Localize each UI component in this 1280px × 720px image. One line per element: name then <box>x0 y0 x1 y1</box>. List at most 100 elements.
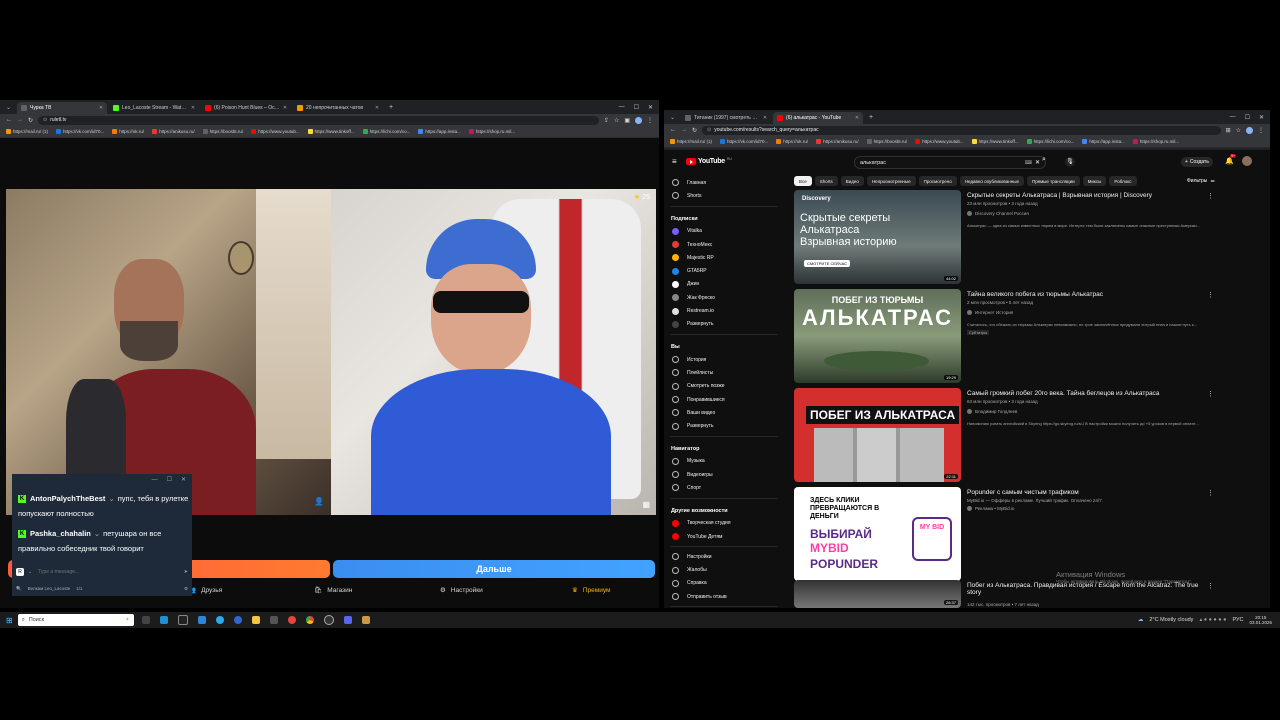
bookmark-item[interactable]: https://boosbt.ru/ <box>866 139 907 144</box>
minimize-icon[interactable]: — <box>152 477 158 483</box>
filter-chip[interactable]: Просмотрено <box>918 176 957 186</box>
minimize-icon[interactable]: — <box>619 104 625 111</box>
bookmark-item[interactable]: https://www.youtub... <box>915 139 964 144</box>
notifications-bell-icon[interactable]: 🔔 <box>1225 157 1234 165</box>
site-info-icon[interactable]: ⊙ <box>43 117 47 123</box>
sidebar-section-title[interactable]: Навигатор <box>664 440 784 455</box>
right-back-icon[interactable]: ← <box>670 127 676 133</box>
right-profile-avatar[interactable] <box>1246 126 1253 134</box>
voice-search-icon[interactable]: 🎙 <box>1065 157 1075 167</box>
filter-chip[interactable]: Непросмотренные <box>866 176 916 186</box>
left-tab[interactable]: 20 непрочитанных чатов ✕ <box>293 102 383 114</box>
taskbar-search-box[interactable]: ⌕ Поиск ✦ <box>17 614 134 626</box>
more-options-icon[interactable]: ⋮ <box>1207 489 1214 497</box>
store-icon[interactable] <box>197 616 206 624</box>
shop-menu[interactable]: 🛍 Магазин <box>314 586 352 595</box>
sidebar-section-title[interactable]: Подписки <box>664 210 784 225</box>
report-icon[interactable]: ▦ <box>642 500 650 509</box>
discord-icon[interactable] <box>343 616 352 624</box>
sidebar-item[interactable]: Настройки <box>664 550 784 563</box>
close-icon[interactable]: ✕ <box>648 104 653 111</box>
bookmark-item[interactable]: https://shop.ru.mil... <box>468 129 515 134</box>
chat-username[interactable]: AntonPalychTheBest <box>30 494 105 503</box>
ad-result[interactable]: ЗДЕСЬ КЛИКИ ПРЕВРАЩАЮТСЯ В ДЕНЬГИ ВЫБИРАЙ… <box>794 487 1214 581</box>
video-result[interactable]: Discovery Скрытые секреты Алькатраса Взры… <box>794 190 1214 284</box>
obs-icon[interactable] <box>323 615 334 625</box>
sidebar-item[interactable]: Жак Фреско <box>664 291 784 304</box>
vpn-icon[interactable] <box>233 616 242 624</box>
keyboard-icon[interactable]: ⌨ <box>1025 160 1032 166</box>
video-thumbnail[interactable]: ЗДЕСЬ КЛИКИ ПРЕВРАЩАЮТСЯ В ДЕНЬГИ ВЫБИРАЙ… <box>794 487 961 581</box>
bookmark-item[interactable]: https://boosbt.ru/ <box>202 129 243 134</box>
sidebar-item[interactable]: GTA5RP <box>664 264 784 277</box>
minimize-icon[interactable]: — <box>1230 114 1236 121</box>
share-icon[interactable]: ⇪ <box>604 117 609 124</box>
yt-avatar[interactable] <box>1242 156 1252 166</box>
task-view-icon[interactable] <box>141 616 150 624</box>
video-channel[interactable]: Интернет История <box>967 310 1013 315</box>
sidebar-item[interactable]: Джин <box>664 278 784 291</box>
search-icon[interactable]: 🔍 <box>16 586 22 592</box>
bookmark-item[interactable]: https://ok.ru/ <box>112 129 144 134</box>
maximize-icon[interactable]: ☐ <box>634 104 639 111</box>
camera-settings-icon[interactable]: 👤 <box>314 497 324 506</box>
chat-input[interactable] <box>36 566 180 577</box>
bookmark-item[interactable]: https://shop.ru.mil... <box>1132 139 1179 144</box>
tab-close-icon[interactable]: ✕ <box>855 115 859 121</box>
extensions-icon[interactable]: ▣ <box>624 117 630 124</box>
bookmark-item[interactable]: https://vk.com/id70... <box>720 139 768 144</box>
terminal-icon[interactable] <box>177 615 188 625</box>
friends-menu[interactable]: 👥 Друзья <box>188 586 222 595</box>
right-tab[interactable]: (6) алькатрас - YouTube ✕ <box>773 112 864 124</box>
sidebar-item[interactable]: Спорт <box>664 481 784 494</box>
sidebar-item[interactable]: Смотреть позже <box>664 380 784 393</box>
right-menu-icon[interactable]: ⋮ <box>1258 127 1264 134</box>
sidebar-item[interactable]: История <box>664 353 784 366</box>
app-icon-3[interactable] <box>361 616 370 624</box>
sidebar-item[interactable]: Shorts <box>664 189 784 202</box>
video-result[interactable]: ПОБЕГ ИЗ АЛЬКАТРАСА 22:11 Самый громкий по… <box>794 388 1214 482</box>
chrome-icon[interactable] <box>305 616 314 624</box>
maximize-icon[interactable]: ☐ <box>1245 114 1250 121</box>
right-tab[interactable]: Титаник (1997) смотреть онл... ✕ <box>681 112 771 124</box>
right-tab-search-icon[interactable]: ⌄ <box>670 114 675 121</box>
new-tab-icon[interactable]: + <box>389 104 393 111</box>
chat-dropdown-icon[interactable]: ⌄ <box>28 569 32 575</box>
sidebar-item[interactable]: Плейлисты <box>664 366 784 379</box>
bookmark-item[interactable]: https://www.youtub... <box>251 129 300 134</box>
yt-search-box[interactable]: алькатрас ⌨ ✕ <box>854 156 1046 169</box>
filter-chip[interactable]: Прямые трансляции <box>1026 176 1080 186</box>
tab-search-icon[interactable]: ⌄ <box>6 104 11 111</box>
create-button[interactable]: + Создать <box>1181 157 1213 167</box>
filter-chip[interactable]: Миксы <box>1082 176 1107 186</box>
yt-search-button-icon[interactable]: ⌕ <box>1042 156 1046 164</box>
close-icon[interactable]: ✕ <box>181 476 186 483</box>
bookmark-star-icon[interactable]: ☆ <box>614 117 619 124</box>
video-channel[interactable]: Владимир Голдлеев <box>967 409 1017 414</box>
new-tab-icon[interactable]: + <box>869 114 873 121</box>
sidebar-item[interactable]: Отправить отзыв <box>664 590 784 603</box>
video-thumbnail[interactable]: Discovery Скрытые секреты Алькатраса Взры… <box>794 190 961 284</box>
tab-close-icon[interactable]: ✕ <box>763 115 767 121</box>
right-bookmark-star-icon[interactable]: ☆ <box>1236 127 1241 134</box>
bookmark-item[interactable]: https://app.insta... <box>1082 139 1125 144</box>
windows-start-icon[interactable]: ⊞ <box>6 616 13 625</box>
skip-button[interactable]: Дальше <box>333 560 655 578</box>
close-icon[interactable]: ✕ <box>1259 114 1264 121</box>
bookmark-item[interactable]: https://mail.ru/ (1) <box>6 129 48 134</box>
filter-chip[interactable]: Недавно опубликованные <box>959 176 1024 186</box>
left-tab[interactable]: Leo_Lacoste Stream - Watch Li...✕ <box>109 102 199 114</box>
tray-icons[interactable]: ▴ ● ● ● ● ● <box>1199 617 1226 623</box>
more-options-icon[interactable]: ⋮ <box>1207 582 1214 590</box>
filter-chip[interactable]: Роблокс <box>1109 176 1137 186</box>
right-install-icon[interactable]: ⊞ <box>1226 127 1231 134</box>
bookmark-item[interactable]: https://app.insta... <box>418 129 461 134</box>
chat-username[interactable]: Pashka_chahalin <box>30 529 91 538</box>
premium-menu[interactable]: ♛ Премиум <box>572 586 610 595</box>
tab-close-icon[interactable]: ✕ <box>99 105 103 111</box>
video-title[interactable]: Popunder с самым чистым трафиком <box>967 489 1207 496</box>
bookmark-item[interactable]: https://anikusu.ru/ <box>152 129 195 134</box>
bookmark-item[interactable]: https://www.tinkoff... <box>307 129 355 134</box>
video-result[interactable]: 26:37 Побег из Алькатраса. Правдивая исто… <box>794 580 1214 610</box>
video-channel[interactable]: Discovery Channel Россия <box>967 211 1029 216</box>
